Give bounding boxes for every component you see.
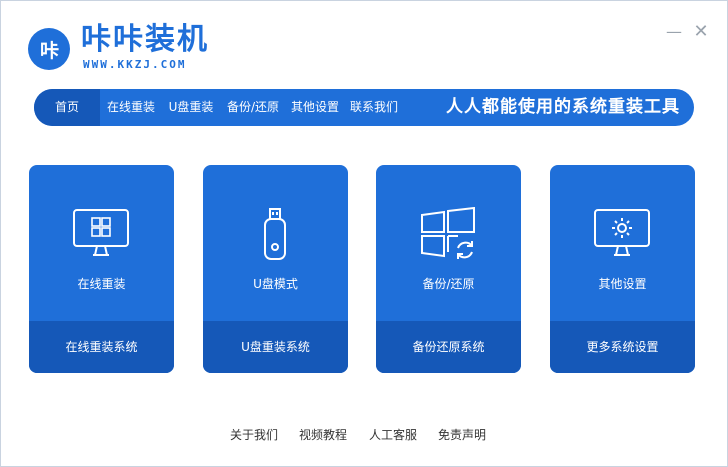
logo-icon: 咔 [28,28,70,70]
footer-link-support[interactable]: 人工客服 [369,426,417,443]
card-backup-restore-top[interactable]: 备份/还原 [376,165,521,321]
card-action-backup-restore[interactable]: 备份还原系统 [376,321,521,373]
card-action-online-reinstall[interactable]: 在线重装系统 [29,321,174,373]
card-title: U盘模式 [253,277,298,291]
card-usb-mode-top[interactable]: U盘模式 [203,165,348,321]
nav-item-backup-restore[interactable]: 备份/还原 [220,89,286,126]
card-action-usb-reinstall[interactable]: U盘重装系统 [203,321,348,373]
card-usb-mode[interactable]: U盘模式 U盘重装系统 [203,165,348,373]
windows-monitor-icon [73,209,129,256]
card-other-settings-top[interactable]: 其他设置 [550,165,695,321]
usb-drive-icon [264,208,286,260]
card-online-reinstall[interactable]: 在线重装 在线重装系统 [29,165,174,373]
nav-item-contact-us[interactable]: 联系我们 [344,89,404,126]
app-window: 咔 咔咔装机 WWW.KKZJ.COM — ✕ 首页 在线重装 U盘重装 备份/… [0,0,728,467]
footer-link-about[interactable]: 关于我们 [230,426,278,443]
close-button[interactable]: ✕ [692,23,710,41]
card-title: 备份/还原 [422,277,475,291]
nav-slogan: 人人都能使用的系统重装工具 [446,97,680,117]
card-backup-restore[interactable]: 备份/还原 备份还原系统 [376,165,521,373]
footer-link-video-tutorial[interactable]: 视频教程 [299,426,347,443]
card-title: 在线重装 [77,277,126,291]
brand-url: WWW.KKZJ.COM [83,58,187,71]
nav-item-home[interactable]: 首页 [34,89,100,126]
nav-item-other-settings[interactable]: 其他设置 [286,89,344,126]
minimize-button[interactable]: — [665,23,683,41]
nav-item-online-reinstall[interactable]: 在线重装 [100,89,162,126]
card-action-more-settings[interactable]: 更多系统设置 [550,321,695,373]
card-online-reinstall-top[interactable]: 在线重装 [29,165,174,321]
nav-item-usb-reinstall[interactable]: U盘重装 [162,89,220,126]
card-title: 其他设置 [598,277,647,291]
card-other-settings[interactable]: 其他设置 更多系统设置 [550,165,695,373]
main-nav: 首页 在线重装 U盘重装 备份/还原 其他设置 联系我们 人人都能使用的系统重装… [34,89,694,126]
footer-link-disclaimer[interactable]: 免责声明 [438,426,486,443]
brand-name: 咔咔装机 [81,22,209,57]
windows-restore-icon [421,207,475,260]
settings-monitor-icon [594,209,650,256]
